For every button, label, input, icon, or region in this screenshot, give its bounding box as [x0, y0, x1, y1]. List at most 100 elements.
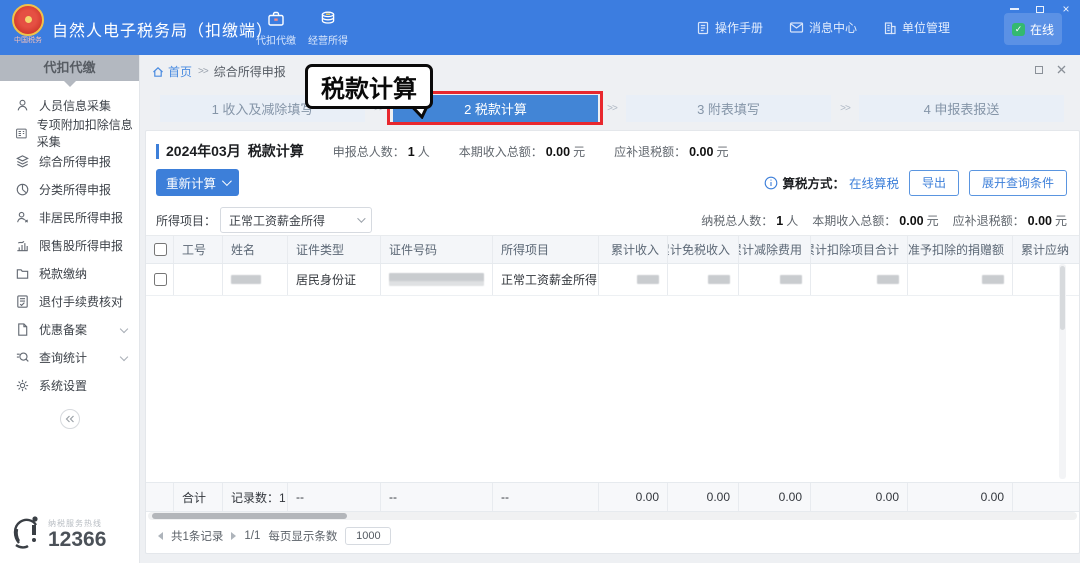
- sidebar-item-label: 限售股所得申报: [39, 237, 123, 254]
- cell-tax-free-income: [668, 264, 739, 295]
- stat-unit: 人: [418, 143, 430, 160]
- stat-value: 0.00: [546, 145, 570, 159]
- sidebar-item-personnel-info[interactable]: 人员信息采集: [0, 91, 139, 119]
- step-tab-submit-return[interactable]: 4 申报表报送: [859, 95, 1064, 122]
- select-all-checkbox[interactable]: [154, 243, 167, 256]
- home-icon: [152, 66, 164, 78]
- sidebar-item-preference-filing[interactable]: 优惠备案: [0, 315, 139, 343]
- stat-label: 应补退税额：: [614, 143, 686, 160]
- breadcrumb-separator: >>: [198, 66, 208, 77]
- sidebar-item-system-settings[interactable]: 系统设置: [0, 371, 139, 399]
- sidebar-item-nonresident-income[interactable]: 非居民所得申报: [0, 203, 139, 231]
- export-button[interactable]: 导出: [909, 170, 959, 196]
- stat-label: 申报总人数：: [333, 143, 405, 160]
- income-item-select[interactable]: 正常工资薪金所得: [220, 207, 372, 233]
- vertical-scrollbar-thumb[interactable]: [1060, 266, 1065, 330]
- sidebar-item-comprehensive-income[interactable]: 综合所得申报: [0, 147, 139, 175]
- maximize-button[interactable]: [1034, 3, 1046, 15]
- unit-management-label: 单位管理: [902, 19, 950, 36]
- sidebar-item-label: 非居民所得申报: [39, 209, 123, 226]
- step-separator: >>: [831, 103, 859, 114]
- sidebar-item-label: 分类所得申报: [39, 181, 111, 198]
- table-vertical-scrollbar[interactable]: [1059, 264, 1066, 479]
- stat-unit: 元: [927, 212, 939, 229]
- sidebar-item-refund-fee-check[interactable]: 退付手续费核对: [0, 287, 139, 315]
- prev-page-icon[interactable]: [158, 532, 163, 540]
- table-empty-area: [146, 296, 1079, 482]
- cell-deduction-fee: [739, 264, 811, 295]
- header-cell: 工号: [174, 236, 223, 263]
- total-dash-cell: --: [288, 483, 381, 511]
- stat-total-declared: 申报总人数： 1 人: [333, 143, 430, 160]
- stat-value: 0.00: [1028, 214, 1052, 228]
- stat-label: 本期收入总额：: [459, 143, 543, 160]
- step-separator: >>: [598, 103, 626, 114]
- header-cell: 证件号码: [381, 236, 493, 263]
- sidebar: 代扣代缴 人员信息采集 专项附加扣除信息采集 综合所得申报 分类所得申报 非居民…: [0, 55, 140, 563]
- main-content: 首页 >> 综合所得申报 1 收入及减除填写 >> 2 税款计算 >> 3 附表…: [140, 55, 1080, 563]
- sidebar-section-header: 代扣代缴: [0, 55, 139, 81]
- manual-link[interactable]: 操作手册: [696, 19, 763, 36]
- sidebar-collapse-button[interactable]: [60, 409, 80, 429]
- header-cell: 累计扣除项目合计: [811, 236, 908, 263]
- chevron-down-icon: [357, 214, 365, 222]
- sidebar-item-classified-income[interactable]: 分类所得申报: [0, 175, 139, 203]
- info-icon[interactable]: [764, 176, 778, 190]
- sidebar-item-label: 税款缴纳: [39, 265, 87, 282]
- total-label-cell: 合计: [174, 483, 223, 511]
- page-maximize-icon[interactable]: [1035, 66, 1043, 74]
- toolbar-right: 算税方式： 在线算税 导出 展开查询条件: [764, 169, 1067, 196]
- cell-accumulated-income: [599, 264, 668, 295]
- filter-stats: 纳税总人数： 1 人 本期收入总额： 0.00 元 应补退税额： 0.00 元: [687, 212, 1067, 229]
- horizontal-scrollbar-thumb[interactable]: [152, 513, 347, 519]
- breadcrumb-home[interactable]: 首页: [152, 63, 192, 80]
- unit-management-link[interactable]: 单位管理: [883, 19, 950, 36]
- stat-value: 1: [408, 145, 415, 159]
- header-cell: 姓名: [223, 236, 288, 263]
- table-horizontal-scrollbar[interactable]: [148, 512, 1077, 520]
- sidebar-item-special-deduction[interactable]: 专项附加扣除信息采集: [0, 119, 139, 147]
- stat-value: 1: [776, 214, 783, 228]
- sidebar-item-query-statistics[interactable]: 查询统计: [0, 343, 139, 371]
- coins-icon: [318, 9, 338, 29]
- sidebar-item-label: 退付手续费核对: [39, 293, 123, 310]
- online-status-label: 在线: [1030, 21, 1054, 38]
- next-page-icon[interactable]: [231, 532, 236, 540]
- page-indicator: 1/1: [244, 530, 260, 542]
- table-row[interactable]: 居民身份证 正常工资薪金所得: [146, 264, 1079, 296]
- header-cell: 累计减除费用: [739, 236, 811, 263]
- recalculate-button[interactable]: 重新计算: [156, 169, 239, 196]
- stat-label: 应补退税额：: [953, 212, 1025, 229]
- close-button[interactable]: ×: [1060, 3, 1072, 15]
- header-cell: 累计免税收入: [668, 236, 739, 263]
- page-close-icon[interactable]: [1057, 65, 1066, 74]
- window-controls: ×: [1008, 3, 1072, 15]
- folder-icon: [15, 266, 30, 281]
- stat-unit: 元: [1055, 212, 1067, 229]
- sidebar-item-tax-payment[interactable]: 税款缴纳: [0, 259, 139, 287]
- stat-unit: 元: [573, 143, 585, 160]
- total-dash-cell: --: [381, 483, 493, 511]
- calc-mode-value[interactable]: 在线算税: [849, 173, 899, 192]
- per-page-select[interactable]: 1000: [345, 527, 391, 545]
- total-cell: [146, 483, 174, 511]
- nav-withholding[interactable]: 代扣代缴: [250, 9, 302, 47]
- stat-period-income: 本期收入总额： 0.00 元: [459, 143, 585, 160]
- nav-business-income[interactable]: 经营所得: [302, 9, 354, 47]
- per-page-label: 每页显示条数: [268, 528, 337, 544]
- nav-withholding-label: 代扣代缴: [256, 32, 296, 47]
- sidebar-item-restricted-shares[interactable]: 限售股所得申报: [0, 231, 139, 259]
- total-cell: [1013, 483, 1079, 511]
- message-center-link[interactable]: 消息中心: [789, 19, 857, 36]
- logo-caption: 中国税务: [8, 36, 48, 45]
- minimize-button[interactable]: [1008, 3, 1020, 15]
- cell-donation: [908, 264, 1013, 295]
- page-window-controls: [1035, 65, 1066, 74]
- step-tab-attached-forms[interactable]: 3 附表填写: [626, 95, 831, 122]
- total-value-cell: 0.00: [908, 483, 1013, 511]
- row-checkbox[interactable]: [154, 273, 167, 286]
- tax-calculation-panel: 2024年03月 税款计算 申报总人数： 1 人 本期收入总额： 0.00 元 …: [145, 130, 1080, 554]
- expand-query-button[interactable]: 展开查询条件: [969, 170, 1067, 196]
- online-status-button[interactable]: ✓ 在线: [1004, 13, 1062, 45]
- total-dash-cell: --: [493, 483, 599, 511]
